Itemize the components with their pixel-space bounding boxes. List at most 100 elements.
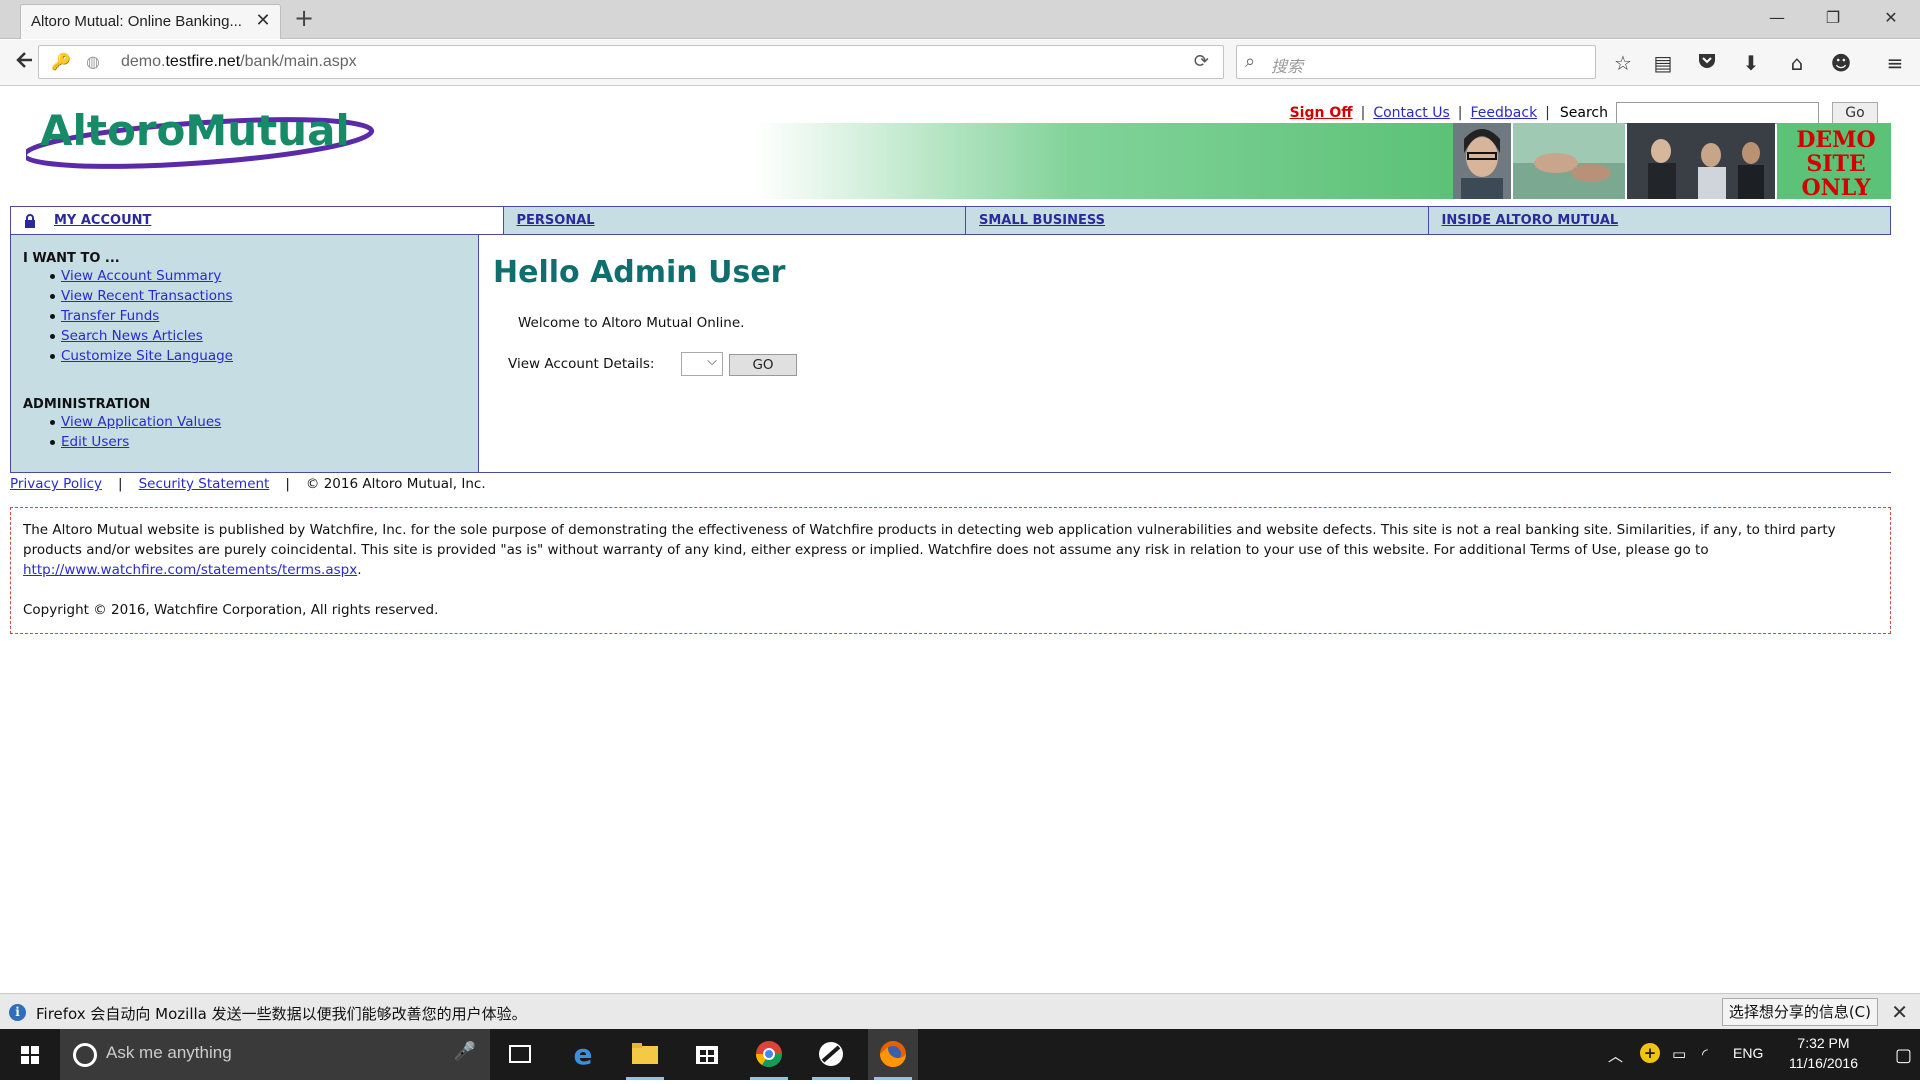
- top-links: Sign Off | Contact Us | Feedback | Searc…: [1290, 101, 1878, 125]
- account-select[interactable]: ⌵: [681, 352, 723, 376]
- view-recent-transactions-link[interactable]: View Recent Transactions: [61, 288, 233, 304]
- key-icon[interactable]: 🔑: [47, 48, 75, 76]
- customize-site-language-link[interactable]: Customize Site Language: [61, 348, 233, 364]
- privacy-policy-link[interactable]: Privacy Policy: [10, 476, 102, 492]
- tab-title: Altoro Mutual: Online Banking...: [31, 13, 242, 30]
- reload-icon[interactable]: ⟳: [1194, 51, 1209, 72]
- download-icon[interactable]: ⬇: [1736, 49, 1766, 77]
- welcome-text: Welcome to Altoro Mutual Online.: [518, 315, 745, 331]
- restore-icon[interactable]: ❐: [1818, 6, 1848, 30]
- search-label: Search: [1559, 105, 1608, 121]
- task-view-icon[interactable]: [495, 1029, 545, 1080]
- altoro-mutual-logo[interactable]: AltoroMutual: [26, 109, 381, 181]
- sidebar: I WANT TO ... View Account Summary View …: [10, 235, 479, 472]
- sidebar-item: View Application Values: [49, 412, 221, 432]
- tab-small-business[interactable]: SMALL BUSINESS: [966, 207, 1429, 234]
- feedback-link[interactable]: Feedback: [1471, 105, 1538, 121]
- contact-us-link[interactable]: Contact Us: [1373, 105, 1449, 121]
- chevron-up-icon[interactable]: ︿: [1608, 1045, 1623, 1066]
- footer-copyright: © 2016 Altoro Mutual, Inc.: [305, 476, 486, 492]
- cortana-placeholder: Ask me anything: [106, 1043, 232, 1062]
- start-button[interactable]: [0, 1029, 60, 1080]
- view-application-values-link[interactable]: View Application Values: [61, 414, 221, 430]
- footer: Privacy Policy | Security Statement | © …: [10, 476, 486, 492]
- wifi-icon[interactable]: ◜: [1702, 1045, 1708, 1063]
- address-bar[interactable]: 🔑 ◍ demo.testfire.net/bank/main.aspx ⟳: [38, 45, 1224, 79]
- notification-message: Firefox 会自动向 Mozilla 发送一些数据以便我们能够改善您的用户体…: [36, 1005, 527, 1023]
- sidebar-item: Transfer Funds: [50, 306, 233, 326]
- main-content: Hello Admin User Welcome to Altoro Mutua…: [479, 235, 1891, 472]
- firefox-icon[interactable]: [868, 1029, 918, 1080]
- tab-my-account[interactable]: MY ACCOUNT: [10, 207, 504, 234]
- demo-site-only-text: SITE: [1806, 151, 1865, 177]
- edit-users-link[interactable]: Edit Users: [61, 434, 129, 450]
- tab-my-account-link[interactable]: MY ACCOUNT: [54, 213, 151, 228]
- sidebar-item: Search News Articles: [50, 326, 233, 346]
- tab-personal[interactable]: PERSONAL: [504, 207, 966, 234]
- action-center-icon[interactable]: ▢: [1895, 1045, 1912, 1066]
- back-icon[interactable]: [10, 49, 38, 77]
- tray-app-icon[interactable]: +: [1640, 1043, 1660, 1063]
- terms-link[interactable]: http://www.watchfire.com/statements/term…: [23, 562, 357, 578]
- sidebar-item: View Account Summary: [50, 266, 233, 286]
- system-tray: ︿ + ▭ ◜ ENG ▢: [1600, 1029, 1920, 1080]
- home-icon[interactable]: ⌂: [1782, 49, 1812, 77]
- browser-search-box[interactable]: ⌕ 搜索: [1236, 45, 1596, 79]
- search-placeholder: 搜索: [1271, 57, 1304, 76]
- sidebar-item: Customize Site Language: [50, 346, 233, 366]
- reading-list-icon[interactable]: ▤: [1648, 49, 1678, 77]
- site-search-go-button[interactable]: Go: [1832, 102, 1878, 124]
- sidebar-admin-links: View Application Values Edit Users: [49, 412, 221, 452]
- sidebar-section-title: I WANT TO ...: [23, 251, 120, 266]
- security-statement-link[interactable]: Security Statement: [139, 476, 270, 492]
- lock-icon: [25, 214, 35, 228]
- transfer-funds-link[interactable]: Transfer Funds: [61, 308, 159, 324]
- sidebar-links: View Account Summary View Recent Transac…: [50, 266, 233, 366]
- clock[interactable]: 7:32 PM 11/16/2016: [1789, 1033, 1858, 1073]
- cortana-search[interactable]: Ask me anything 🎤: [60, 1029, 490, 1080]
- footer-separator: |: [118, 476, 123, 492]
- chrome-icon[interactable]: [744, 1029, 794, 1080]
- edge-icon[interactable]: e: [558, 1029, 608, 1080]
- sign-off-link[interactable]: Sign Off: [1290, 105, 1353, 121]
- chat-icon[interactable]: ☻: [1826, 49, 1856, 77]
- disclaimer-copyright: Copyright © 2016, Watchfire Corporation,…: [23, 602, 439, 618]
- battery-icon[interactable]: ▭: [1672, 1045, 1686, 1063]
- close-tab-icon[interactable]: ✕: [254, 12, 272, 30]
- banner-photo-hands: [1513, 123, 1625, 199]
- window-close-icon[interactable]: ✕: [1876, 6, 1906, 30]
- web-page: AltoroMutual Sign Off | Contact Us | Fee…: [0, 87, 1920, 993]
- language-indicator[interactable]: ENG: [1733, 1045, 1763, 1061]
- link-separator: |: [1457, 105, 1463, 121]
- search-news-articles-link[interactable]: Search News Articles: [61, 328, 203, 344]
- app-icon[interactable]: [806, 1029, 856, 1080]
- new-tab-icon[interactable]: +: [292, 6, 316, 30]
- tab-personal-link[interactable]: PERSONAL: [517, 213, 595, 228]
- tab-inside-altoro[interactable]: INSIDE ALTORO MUTUAL: [1429, 207, 1891, 234]
- store-icon[interactable]: [682, 1029, 732, 1080]
- chevron-down-icon: ⌵: [707, 354, 717, 369]
- microphone-icon[interactable]: 🎤: [454, 1041, 476, 1062]
- banner-photo-woman: [1453, 123, 1511, 199]
- tab-inside-altoro-link[interactable]: INSIDE ALTORO MUTUAL: [1442, 213, 1619, 228]
- sidebar-item: View Recent Transactions: [50, 286, 233, 306]
- file-explorer-icon[interactable]: [620, 1029, 670, 1080]
- browser-tab[interactable]: Altoro Mutual: Online Banking... ✕: [20, 4, 281, 39]
- choose-share-button[interactable]: 选择想分享的信息(C): [1721, 998, 1878, 1026]
- tab-small-business-link[interactable]: SMALL BUSINESS: [979, 213, 1105, 228]
- cortana-icon: [73, 1043, 97, 1067]
- bookmark-star-icon[interactable]: ☆: [1608, 49, 1638, 77]
- minimize-icon[interactable]: —: [1762, 6, 1792, 30]
- account-go-button[interactable]: GO: [729, 354, 797, 376]
- pocket-icon[interactable]: [1692, 49, 1722, 77]
- url-text[interactable]: demo.testfire.net/bank/main.aspx: [121, 53, 357, 71]
- clock-date: 11/16/2016: [1788, 1055, 1858, 1071]
- demo-site-only-text: DEMO: [1796, 127, 1875, 153]
- site-info-icon[interactable]: ◍: [79, 48, 107, 76]
- disclaimer-text: The Altoro Mutual website is published b…: [23, 522, 1836, 578]
- close-notification-icon[interactable]: ✕: [1891, 1000, 1908, 1024]
- sidebar-section-title: ADMINISTRATION: [23, 397, 151, 412]
- view-account-summary-link[interactable]: View Account Summary: [61, 268, 221, 284]
- site-search-input[interactable]: [1616, 102, 1819, 124]
- menu-icon[interactable]: ≡: [1880, 49, 1910, 77]
